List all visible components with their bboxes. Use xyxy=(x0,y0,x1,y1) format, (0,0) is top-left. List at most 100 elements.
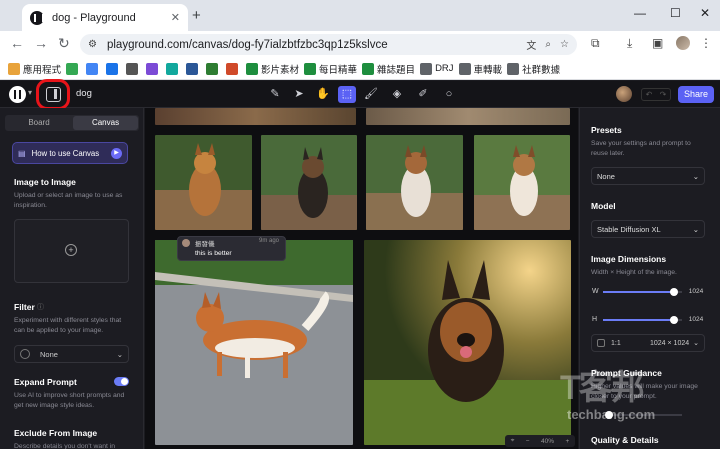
tab-board[interactable]: Board xyxy=(6,116,72,130)
bookmark-item[interactable] xyxy=(86,62,101,75)
bookmark-item[interactable] xyxy=(206,62,221,75)
comment-time: 9m ago xyxy=(259,238,280,244)
chevron-down-icon: ⌄ xyxy=(692,224,699,234)
bookmark-item[interactable] xyxy=(146,62,161,75)
bookmark-label: 雜誌題目 xyxy=(377,64,416,76)
aspect-lock-checkbox[interactable] xyxy=(597,339,605,347)
how-to-label: How to use Canvas xyxy=(31,148,100,158)
project-name[interactable]: dog xyxy=(76,88,92,99)
edit-icon[interactable]: ✎ xyxy=(266,86,284,103)
bookmark-item[interactable] xyxy=(226,62,241,75)
canvas-image-top-right[interactable] xyxy=(366,108,570,125)
canvas-image-dog-3[interactable] xyxy=(366,135,463,230)
image-to-image-desc: Upload or select an image to use as insp… xyxy=(14,192,123,209)
browser-tab[interactable]: dog - Playground ✕ xyxy=(22,4,188,31)
filter-none-icon xyxy=(20,349,30,359)
redo-icon[interactable]: ↷ xyxy=(660,90,667,99)
bookmark-item[interactable] xyxy=(186,62,201,75)
url-text[interactable]: playground.com/canvas/dog-fy7ialzbtfzbc3… xyxy=(107,39,517,51)
site-info-icon[interactable]: ⚙ xyxy=(88,39,97,50)
exclude-desc: Describe details you don't want in xyxy=(14,443,116,449)
bookmark-label: 影片素材 xyxy=(261,64,300,76)
bookmark-icon xyxy=(458,62,471,75)
add-image-icon[interactable]: + xyxy=(65,244,77,256)
aspect-ratio-size: 1024 × 1024 xyxy=(650,339,690,347)
canvas-image-top-left[interactable] xyxy=(155,108,356,125)
bookmark-item[interactable] xyxy=(166,62,181,75)
bookmark-item[interactable]: 影片素材 xyxy=(246,62,299,76)
undo-redo[interactable]: ↶ ↷ xyxy=(641,88,671,101)
bookmark-label: 社群數據 xyxy=(522,64,561,76)
bookmark-item[interactable]: 應用程式 xyxy=(8,62,61,76)
filter-select[interactable]: None ⌄ xyxy=(14,345,129,363)
canvas-image-corgi[interactable] xyxy=(155,240,353,445)
share-button[interactable]: Share xyxy=(678,86,714,103)
bookmark-label: DRJ xyxy=(435,63,454,74)
expand-prompt-desc: Use AI to improve short prompts and get … xyxy=(14,392,125,409)
bookmark-item[interactable]: 社群數據 xyxy=(507,62,560,76)
new-tab-button[interactable]: + xyxy=(192,7,201,24)
pen-icon[interactable]: ✐ xyxy=(414,86,432,103)
canvas-image-dog-1[interactable] xyxy=(155,135,252,230)
image-to-image-title: Image to Image xyxy=(14,177,76,187)
model-select[interactable]: Stable Diffusion XL ⌄ xyxy=(591,220,705,238)
zoom-out-icon[interactable]: − xyxy=(526,438,530,445)
maximize-icon[interactable]: ☐ xyxy=(670,6,681,20)
extensions-icon[interactable]: ⧉ xyxy=(591,36,600,51)
back-icon[interactable]: ← xyxy=(10,35,24,51)
how-to-use-canvas-button[interactable]: ▤ How to use Canvas ▶ xyxy=(12,142,128,164)
playground-logo[interactable] xyxy=(9,86,26,103)
window-close-icon[interactable]: ✕ xyxy=(700,6,710,20)
chevron-down-icon[interactable]: ▾ xyxy=(28,88,32,97)
expand-prompt-toggle[interactable] xyxy=(114,377,129,386)
minimize-icon[interactable]: — xyxy=(634,6,646,20)
canvas-image-german-shepherd[interactable] xyxy=(364,240,571,445)
aspect-ratio-row[interactable]: 1:1 1024 × 1024 ⌄ xyxy=(591,334,705,352)
bookmark-star-icon[interactable]: ☆ xyxy=(560,39,569,50)
zoom-in-icon[interactable]: + xyxy=(565,438,569,445)
bookmark-icon xyxy=(66,62,79,75)
app-header xyxy=(0,81,720,108)
info-icon[interactable]: ⓘ xyxy=(37,302,44,312)
brush-icon[interactable]: 🖌 xyxy=(362,86,380,103)
profile-avatar[interactable] xyxy=(676,36,690,50)
canvas-image-dog-2[interactable] xyxy=(261,135,357,230)
forward-icon[interactable]: → xyxy=(34,35,48,51)
presets-desc: Save your settings and prompt to reuse l… xyxy=(591,140,691,157)
bookmark-item[interactable] xyxy=(106,62,121,75)
undo-icon[interactable]: ↶ xyxy=(646,90,653,99)
translate-icon[interactable]: 文 xyxy=(526,37,536,52)
bookmark-item[interactable]: 雜誌題目 xyxy=(362,62,415,76)
side-panel-icon[interactable]: ▣ xyxy=(652,36,663,50)
tab-close-icon[interactable]: ✕ xyxy=(171,11,180,24)
width-value[interactable]: 1024 xyxy=(687,288,705,295)
filter-title: Filter xyxy=(14,302,35,312)
comment-icon[interactable]: ○ xyxy=(440,86,458,103)
reload-icon[interactable]: ↻ xyxy=(58,35,70,52)
user-avatar[interactable] xyxy=(616,86,632,102)
canvas-image-dog-4[interactable] xyxy=(474,135,570,230)
bookmark-item[interactable] xyxy=(66,62,81,75)
presets-title: Presets xyxy=(591,125,622,135)
fit-screen-icon[interactable]: ⌖ xyxy=(511,437,515,445)
zoom-controls: ⌖ − 40% + xyxy=(505,435,575,447)
select-pointer-icon[interactable]: ➤ xyxy=(290,86,308,103)
menu-icon[interactable]: ⋮ xyxy=(700,36,712,50)
zoom-icon[interactable]: ⌕ xyxy=(545,39,551,50)
height-value[interactable]: 1024 xyxy=(687,316,705,323)
download-icon[interactable]: ⤓ xyxy=(627,36,632,51)
bookmark-item[interactable]: 車轉載 xyxy=(458,62,502,76)
tab-canvas[interactable]: Canvas xyxy=(73,116,138,130)
height-label: H xyxy=(592,316,598,323)
presets-select[interactable]: None ⌄ xyxy=(591,167,705,185)
generate-frame-icon[interactable]: ⬚ xyxy=(338,86,356,103)
bookmark-icon xyxy=(86,62,99,75)
hand-pan-icon[interactable]: ✋ xyxy=(314,86,332,103)
bookmark-icon xyxy=(166,62,179,75)
tab-title: dog - Playground xyxy=(52,11,136,24)
bookmark-item[interactable]: 每日精華 xyxy=(304,62,357,76)
omnibox[interactable]: ⚙ playground.com/canvas/dog-fy7ialzbtfzb… xyxy=(80,34,577,55)
bookmark-item[interactable]: DRJ xyxy=(420,62,454,75)
bookmark-item[interactable] xyxy=(126,62,141,75)
fill-bucket-icon[interactable]: ◈ xyxy=(388,86,406,103)
